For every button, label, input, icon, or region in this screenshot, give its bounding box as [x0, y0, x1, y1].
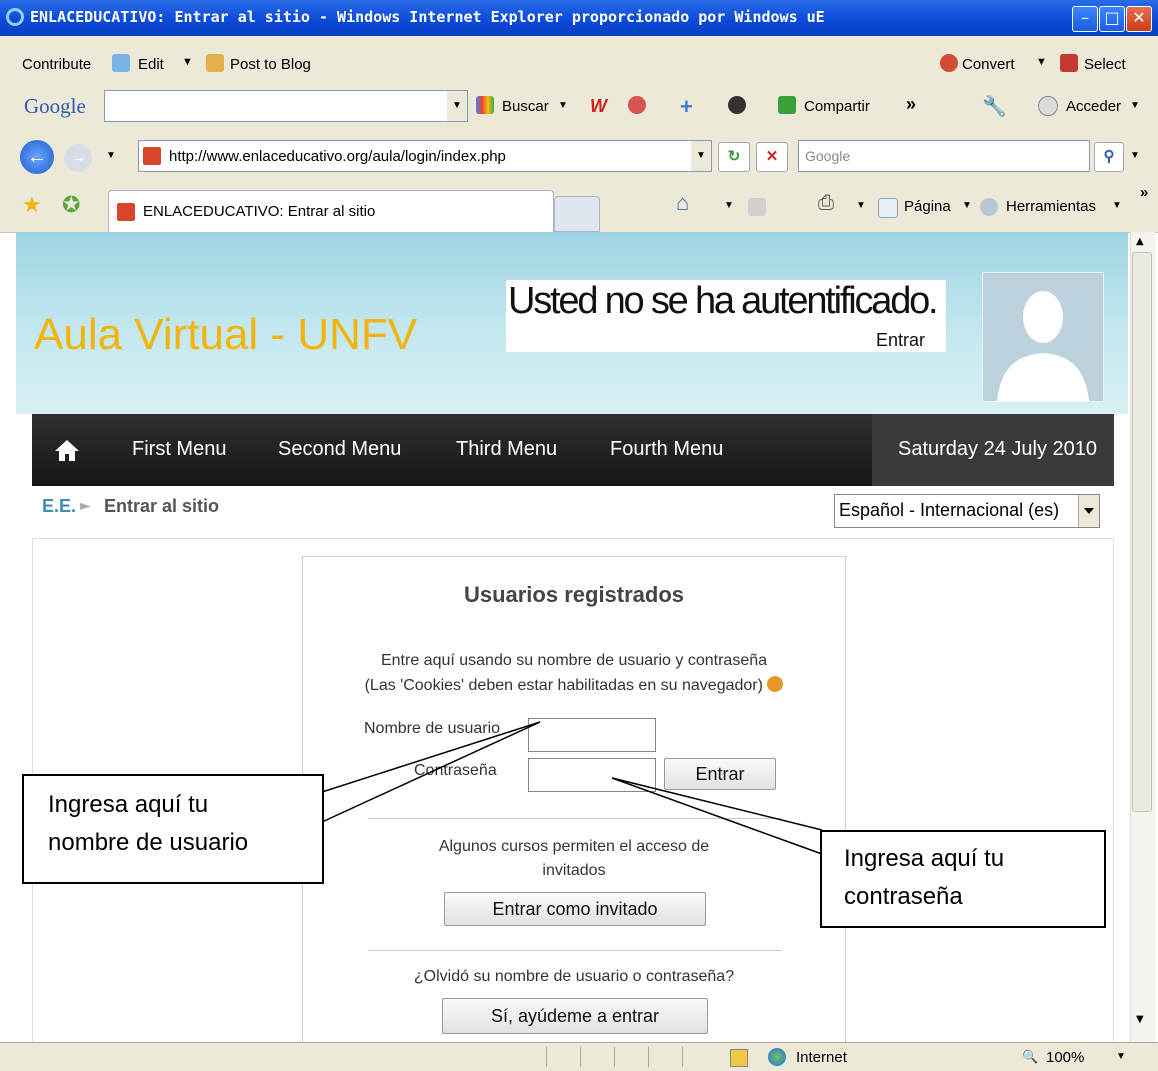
callout-line: [321, 721, 541, 793]
callout-line: [611, 777, 823, 831]
callout-line: [321, 721, 541, 823]
callout-username: Ingresa aquí tu nombre de usuario: [22, 774, 324, 884]
callout-password-line1: Ingresa aquí tu: [844, 845, 1005, 872]
callout-password-line2: contraseña: [844, 883, 963, 910]
callout-username-line2: nombre de usuario: [48, 829, 249, 856]
callout-line: [611, 777, 823, 855]
callout-password: Ingresa aquí tu contraseña: [820, 830, 1106, 928]
callout-username-line1: Ingresa aquí tu: [48, 791, 209, 818]
